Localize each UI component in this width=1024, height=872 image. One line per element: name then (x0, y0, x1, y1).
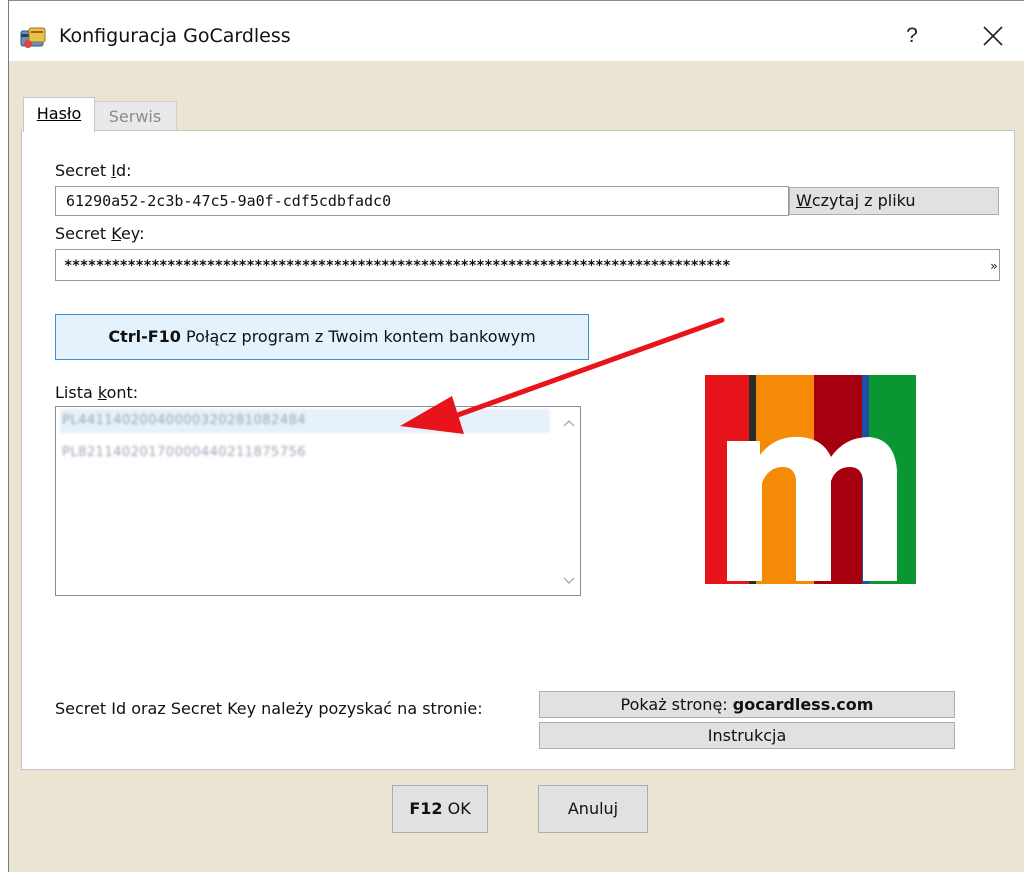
help-button[interactable]: ? (897, 21, 927, 51)
tab-haslo-label: Hasło (36, 104, 82, 123)
tab-serwis[interactable]: Serwis (93, 101, 177, 132)
close-icon (983, 26, 1003, 46)
connect-bank-button[interactable]: Ctrl-F10 Połącz program z Twoim kontem b… (55, 314, 589, 360)
tab-haslo[interactable]: Hasło (23, 97, 95, 132)
chevron-down-icon[interactable] (558, 571, 580, 591)
connect-shortcut: Ctrl-F10 (108, 327, 181, 346)
accounts-listbox[interactable]: PL44114020040000320281082484 PL821140201… (55, 406, 581, 596)
window-title: Konfiguracja GoCardless (59, 25, 291, 47)
list-item[interactable]: PL44114020040000320281082484 (60, 409, 550, 433)
connect-label: Połącz program z Twoim kontem bankowym (186, 327, 536, 346)
secret-key-input[interactable]: ****************************************… (55, 249, 1000, 281)
close-button[interactable] (973, 19, 1013, 53)
secret-id-input[interactable]: 61290a52-2c3b-47c5-9a0f-cdf5cdbfadc0 (55, 186, 789, 216)
tab-serwis-label: Serwis (108, 107, 162, 126)
cancel-button[interactable]: Anuluj (538, 785, 648, 833)
secret-id-label: Secret Id: (55, 161, 132, 180)
title-bar: Konfiguracja GoCardless ? (9, 0, 1024, 61)
list-item[interactable]: PL82114020170000440211875756 (60, 441, 550, 465)
secret-key-value: ****************************************… (64, 258, 731, 274)
info-text: Secret Id oraz Secret Key należy pozyska… (55, 699, 483, 718)
secret-key-overflow: » (990, 250, 997, 280)
scrollbar[interactable] (558, 407, 580, 595)
ok-button[interactable]: F12 OK (392, 785, 488, 833)
load-from-file-button[interactable]: Wczytaj z pliku (789, 187, 999, 215)
accounts-label: Lista kont: (55, 383, 139, 402)
show-gocardless-page-button[interactable]: Pokaż stronę: gocardless.com (539, 691, 955, 718)
chevron-up-icon[interactable] (558, 413, 580, 433)
secret-key-label: Secret Key: (55, 224, 145, 243)
instructions-button[interactable]: Instrukcja (539, 722, 955, 749)
dialog-window: Konfiguracja GoCardless ? Hasło Serwis S… (8, 0, 1024, 872)
credit-card-icon (19, 25, 49, 51)
tab-panel: Secret Id: 61290a52-2c3b-47c5-9a0f-cdf5c… (21, 130, 1015, 770)
mbank-logo (705, 375, 916, 584)
